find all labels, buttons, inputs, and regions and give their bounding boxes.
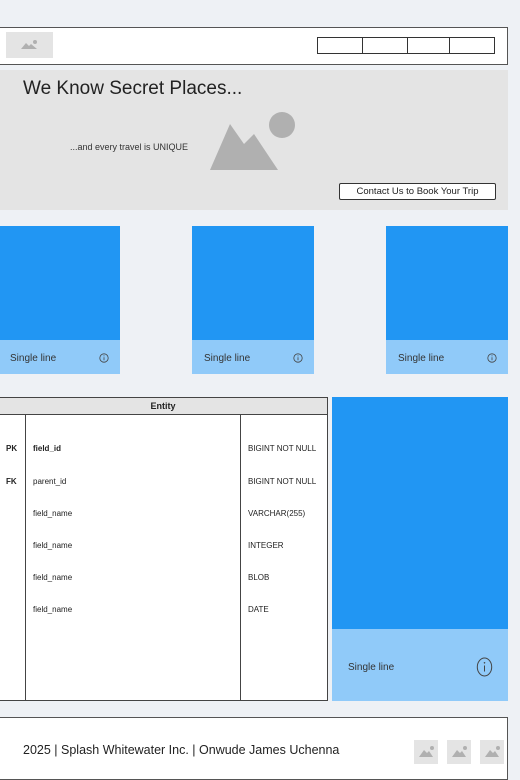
type-row: BLOB	[248, 572, 270, 582]
nav-item-3[interactable]	[407, 37, 450, 54]
side-tile-image[interactable]	[332, 397, 508, 629]
side-tile-caption: Single line	[348, 662, 395, 673]
tile-caption: Single line	[10, 353, 57, 364]
tile-image[interactable]	[192, 226, 314, 340]
image-icon	[21, 40, 37, 49]
top-strip	[0, 0, 520, 26]
type-row: BIGINT NOT NULL	[248, 476, 317, 486]
field-row[interactable]: field_name	[33, 541, 72, 552]
fk-label: FK	[6, 476, 17, 486]
entity-keys: PK FK	[6, 423, 17, 498]
type-row: BIGINT NOT NULL	[248, 444, 317, 454]
tile-caption: Single line	[398, 353, 445, 364]
info-icon[interactable]	[99, 353, 109, 363]
image-icon	[419, 746, 434, 757]
field-row[interactable]: field_name	[33, 509, 72, 520]
column-divider	[25, 415, 26, 701]
entity-types: BIGINT NOT NULL BIGINT NOT NULL VARCHAR(…	[248, 423, 316, 626]
nav-item-4[interactable]	[449, 37, 495, 54]
nav-item-1[interactable]	[317, 37, 363, 54]
type-row: INTEGER	[248, 540, 284, 550]
tile-image[interactable]	[0, 226, 120, 340]
pk-label: PK	[6, 444, 18, 454]
hero-subtitle: ...and every travel is UNIQUE	[70, 142, 189, 152]
info-icon[interactable]	[476, 657, 493, 677]
contact-button[interactable]: Contact Us to Book Your Trip	[339, 183, 496, 200]
image-icon	[210, 112, 295, 170]
field-row[interactable]: parent_id	[33, 477, 72, 488]
type-row: VARCHAR(255)	[248, 508, 306, 518]
image-icon	[485, 746, 500, 757]
nav-item-2[interactable]	[362, 37, 408, 54]
column-divider	[240, 415, 241, 701]
image-icon	[452, 746, 467, 757]
entity-fields: field_id parent_id field_name field_name…	[33, 423, 72, 626]
footer-social-link[interactable]	[480, 740, 504, 764]
footer-social-link[interactable]	[447, 740, 471, 764]
hero-title: We Know Secret Places...	[23, 78, 243, 99]
field-row[interactable]: field_name	[33, 605, 72, 616]
type-row: DATE	[248, 604, 269, 614]
field-row[interactable]: field_id	[33, 444, 72, 455]
logo[interactable]	[6, 32, 53, 58]
tile-caption: Single line	[204, 353, 251, 364]
entity-title: Entity	[0, 397, 328, 415]
footer-social-link[interactable]	[414, 740, 438, 764]
info-icon[interactable]	[293, 353, 303, 363]
footer-text: 2025 | Splash Whitewater Inc. | Onwude J…	[23, 743, 340, 757]
field-row[interactable]: field_name	[33, 573, 72, 584]
info-icon[interactable]	[487, 353, 497, 363]
tile-image[interactable]	[386, 226, 508, 340]
